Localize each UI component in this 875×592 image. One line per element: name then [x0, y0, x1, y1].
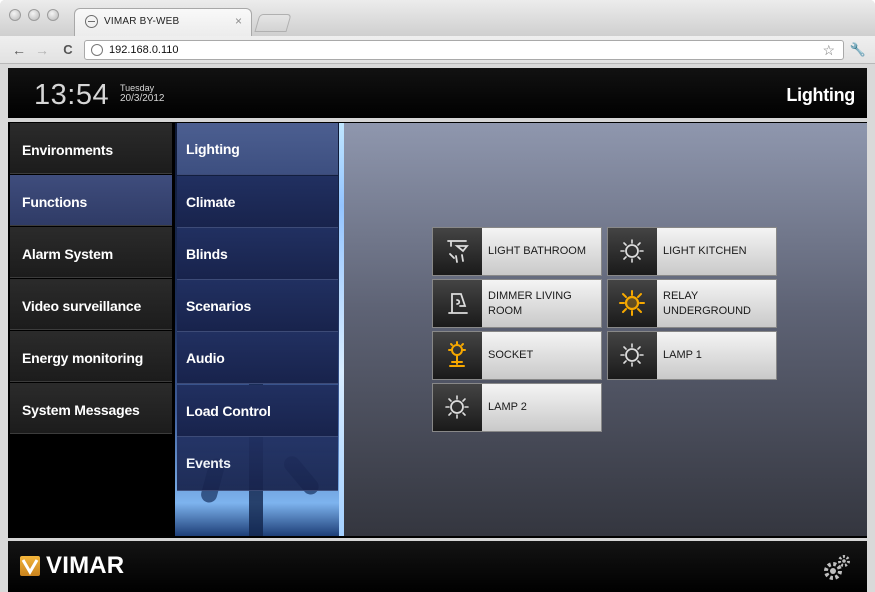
device-label: SOCKET — [488, 349, 534, 361]
address-bar[interactable]: 192.168.0.110 ☆ — [84, 40, 844, 60]
app-footer: VIMAR — [8, 541, 867, 592]
dimmer-icon — [433, 280, 482, 327]
sidebar-item-video-surveillance[interactable]: Video surveillance — [10, 279, 172, 330]
device-socket[interactable]: SOCKET — [432, 331, 602, 380]
submenu-item-events[interactable]: Events — [177, 437, 338, 491]
window-minimize-button[interactable] — [28, 9, 40, 21]
sidebar-item-energy-monitoring[interactable]: Energy monitoring — [10, 331, 172, 382]
device-dimmer-living-room[interactable]: DIMMER LIVING ROOM — [432, 279, 602, 328]
bulb-icon — [608, 332, 657, 379]
bulb-icon — [433, 384, 482, 431]
submenu-item-scenarios[interactable]: Scenarios — [177, 280, 338, 332]
device-label: LAMP 2 — [488, 401, 527, 413]
device-lamp-1[interactable]: LAMP 1 — [607, 331, 777, 380]
window-zoom-button[interactable] — [47, 9, 59, 21]
clock-date: 20/3/2012 — [120, 93, 165, 104]
device-label: RELAY UNDERGROUND — [663, 289, 751, 317]
browser-window: VIMAR BY-WEB × ← → C 192.168.0.110 ☆ 🔧 1… — [0, 0, 875, 592]
clock-time: 13:54 — [34, 79, 110, 111]
tab-title: VIMAR BY-WEB — [104, 16, 180, 27]
sidebar-item-environments[interactable]: Environments — [10, 123, 172, 174]
url-text: 192.168.0.110 — [109, 44, 179, 56]
device-light-kitchen[interactable]: LIGHT KITCHEN — [607, 227, 777, 276]
sidebar-item-system-messages[interactable]: System Messages — [10, 383, 172, 434]
window-close-button[interactable] — [9, 9, 21, 21]
sidebar-item-alarm-system[interactable]: Alarm System — [10, 227, 172, 278]
bookmark-star-icon[interactable]: ☆ — [822, 42, 835, 59]
device-label: LAMP 1 — [663, 349, 702, 361]
new-tab-button[interactable] — [254, 14, 292, 32]
device-label: DIMMER LIVING ROOM — [488, 289, 572, 317]
device-relay-underground[interactable]: RELAY UNDERGROUND — [607, 279, 777, 328]
globe-icon — [91, 44, 103, 56]
page-title: Lighting — [786, 85, 855, 105]
vimar-app: 13:54 Tuesday 20/3/2012 Lighting Environ… — [8, 68, 867, 592]
device-label: LIGHT BATHROOM — [488, 245, 586, 257]
bulb-on-icon — [608, 280, 657, 327]
app-header: 13:54 Tuesday 20/3/2012 Lighting — [8, 68, 867, 118]
vimar-logo-text: VIMAR — [46, 552, 125, 579]
back-button[interactable]: ← — [10, 40, 28, 60]
browser-titlebar: VIMAR BY-WEB × — [0, 0, 875, 36]
globe-icon — [85, 15, 98, 28]
reload-button[interactable]: C — [59, 40, 77, 60]
submenu-item-audio[interactable]: Audio — [177, 332, 338, 384]
socket-icon — [433, 332, 482, 379]
device-lamp-2[interactable]: LAMP 2 — [432, 383, 602, 432]
spotlight-icon — [433, 228, 482, 275]
forward-button[interactable]: → — [33, 40, 51, 60]
submenu-item-lighting[interactable]: Lighting — [177, 123, 338, 175]
submenu-item-climate[interactable]: Climate — [177, 176, 338, 228]
browser-tab[interactable]: VIMAR BY-WEB × — [74, 8, 252, 36]
bulb-icon — [608, 228, 657, 275]
close-icon[interactable]: × — [235, 14, 242, 28]
submenu-item-blinds[interactable]: Blinds — [177, 228, 338, 280]
submenu-item-load-control[interactable]: Load Control — [177, 385, 338, 437]
vimar-logo-icon — [20, 556, 40, 576]
clock-day: Tuesday — [120, 83, 155, 93]
main-sidebar: Environments Functions Alarm System Vide… — [10, 123, 172, 536]
gear-icon[interactable] — [820, 551, 854, 585]
device-label: LIGHT KITCHEN — [663, 245, 747, 257]
sidebar-item-functions[interactable]: Functions — [10, 175, 172, 226]
browser-toolbar: ← → C 192.168.0.110 ☆ 🔧 — [0, 36, 875, 64]
device-light-bathroom[interactable]: LIGHT BATHROOM — [432, 227, 602, 276]
lighting-content-area: LIGHT BATHROOM LIGHT KITCHEN DIMMER LIVI… — [344, 123, 867, 536]
header-divider — [8, 118, 867, 122]
wrench-icon[interactable]: 🔧 — [848, 40, 868, 60]
